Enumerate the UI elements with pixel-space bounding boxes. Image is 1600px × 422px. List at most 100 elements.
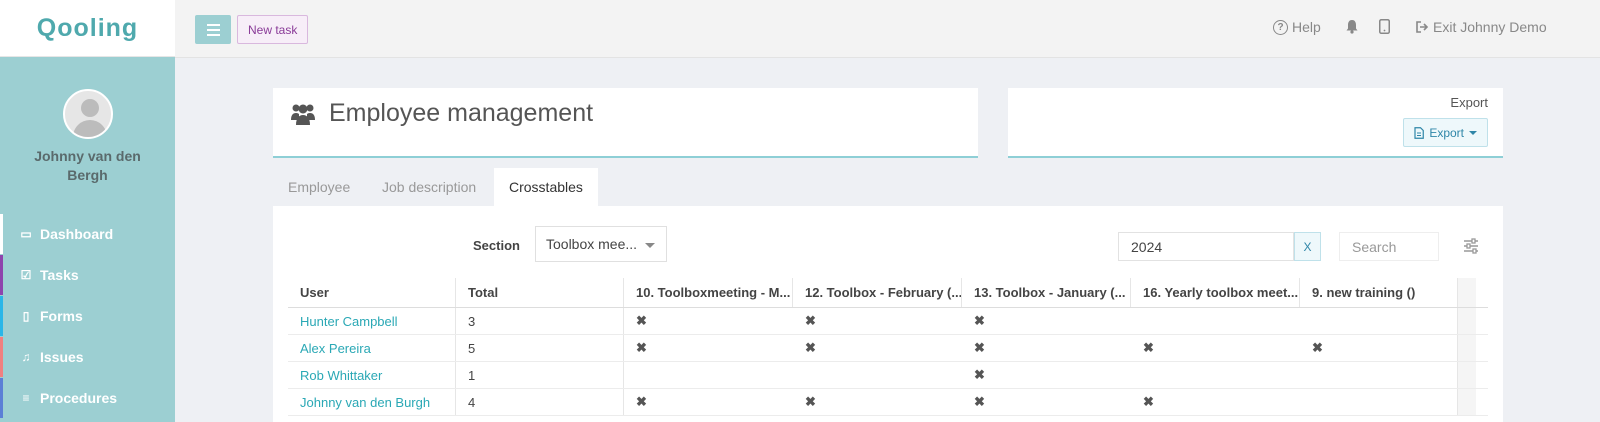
year-filter-input[interactable]: 2024 [1118,232,1294,261]
monitor-icon: ▭ [20,227,32,241]
total-cell: 1 [456,362,624,388]
column-header[interactable]: Total [456,278,624,307]
question-circle-icon: ? [1273,19,1288,35]
user-link[interactable]: Alex Pereira [300,341,371,356]
sidebar-item-label: Issues [40,349,84,365]
completion-cell [1300,308,1458,334]
user-cell: Rob Whittaker [288,362,456,388]
completion-cell: ✖ [962,389,1131,415]
column-header[interactable]: 10. Toolboxmeeting - M... [624,278,793,307]
completed-mark-icon: ✖ [974,367,985,382]
completion-cell: ✖ [1131,335,1300,361]
completion-cell [1131,362,1300,388]
file-icon: ▯ [22,309,30,323]
completion-cell [793,362,962,388]
top-bar: New task ? Help Exit Johnny Demo [175,0,1600,58]
tablet-icon [1379,19,1390,34]
crosstable: User Total 10. Toolboxmeeting - M... 12. To… [288,278,1488,416]
export-dropdown-button[interactable]: Export [1403,118,1488,147]
sidebar-item-forms[interactable]: ▯ Forms [0,296,175,336]
sliders-icon[interactable] [1462,237,1480,255]
completion-cell [1300,389,1458,415]
device-button[interactable] [1379,19,1390,34]
page-title: Employee management [329,99,594,127]
user-link[interactable]: Johnny van den Burgh [300,395,430,410]
section-label: Section [473,238,520,253]
total-cell: 5 [456,335,624,361]
completed-mark-icon: ✖ [1143,340,1154,355]
completion-cell: ✖ [624,308,793,334]
total-cell: 3 [456,308,624,334]
tab-crosstables[interactable]: Crosstables [494,168,598,206]
help-link[interactable]: ? Help [1273,19,1321,35]
sidebar-item-dashboard[interactable]: ▭ Dashboard [0,214,175,254]
logo-container[interactable]: Qooling [0,0,175,57]
exit-label: Exit Johnny Demo [1433,19,1547,35]
users-icon [291,104,315,125]
export-button-label: Export [1429,125,1464,140]
column-header[interactable]: 9. new training () [1300,278,1458,307]
table-scrollbar-track [1458,308,1476,334]
app-logo: Qooling [36,13,139,42]
completed-mark-icon: ✖ [1143,394,1154,409]
user-link[interactable]: Hunter Campbell [300,314,398,329]
caret-down-icon [645,243,655,248]
completion-cell: ✖ [962,362,1131,388]
table-scrollbar-track [1458,335,1476,361]
completion-cell: ✖ [624,389,793,415]
section-select[interactable]: Toolbox mee... [535,226,667,262]
export-card: Export Export [1008,88,1503,158]
completed-mark-icon: ✖ [805,394,816,409]
sidebar: Qooling Johnny van den Bergh ▭ Dashboard ☑… [0,0,175,422]
tab-job-description[interactable]: Job description [367,168,491,206]
export-heading: Export [1450,95,1488,110]
exit-demo-link[interactable]: Exit Johnny Demo [1416,19,1547,35]
sidebar-item-label: Dashboard [40,226,114,242]
completion-cell [1131,308,1300,334]
user-cell: Alex Pereira [288,335,456,361]
table-row: Alex Pereira 5 ✖ ✖ ✖ ✖ ✖ [288,335,1488,362]
completed-mark-icon: ✖ [636,340,647,355]
column-header[interactable]: User [288,278,456,307]
file-text-icon [1414,126,1425,139]
help-label: Help [1292,19,1321,35]
completed-mark-icon: ✖ [636,313,647,328]
sidebar-item-procedures[interactable]: ≡ Procedures [0,378,175,418]
completion-cell: ✖ [793,335,962,361]
completed-mark-icon: ✖ [805,313,816,328]
user-profile: Johnny van den Bergh [0,57,175,213]
clear-year-button[interactable]: X [1294,232,1321,261]
caret-down-icon [1469,130,1477,135]
table-scrollbar-track [1458,362,1476,388]
completed-mark-icon: ✖ [636,394,647,409]
sign-out-icon [1416,21,1429,33]
completed-mark-icon: ✖ [974,394,985,409]
table-scrollbar-track [1458,389,1476,415]
bell-icon [1346,20,1358,34]
table-scrollbar[interactable] [1458,278,1476,307]
tab-employee[interactable]: Employee [273,168,365,206]
sidebar-item-tasks[interactable]: ☑ Tasks [0,255,175,295]
column-header[interactable]: 12. Toolbox - February (... [793,278,962,307]
completion-cell [624,362,793,388]
completion-cell: ✖ [793,308,962,334]
completion-cell: ✖ [793,389,962,415]
user-link[interactable]: Rob Whittaker [300,368,382,383]
completed-mark-icon: ✖ [1312,340,1323,355]
sidebar-item-issues[interactable]: ♫ Issues [0,337,175,377]
table-row: Johnny van den Burgh 4 ✖ ✖ ✖ ✖ [288,389,1488,416]
table-row: Hunter Campbell 3 ✖ ✖ ✖ [288,308,1488,335]
table-header-row: User Total 10. Toolboxmeeting - M... 12. To… [288,278,1488,308]
new-task-button[interactable]: New task [237,15,309,44]
completed-mark-icon: ✖ [974,313,985,328]
notifications-button[interactable] [1345,19,1359,34]
menu-toggle-button[interactable] [195,15,231,44]
column-header[interactable]: 16. Yearly toolbox meet... [1131,278,1300,307]
check-square-icon: ☑ [20,268,32,282]
column-header[interactable]: 13. Toolbox - January (... [962,278,1131,307]
completion-cell: ✖ [1131,389,1300,415]
search-input[interactable]: Search [1339,232,1439,261]
sidebar-item-label: Procedures [40,390,118,406]
user-name: Johnny van den Bergh [34,148,141,183]
avatar[interactable] [62,89,113,139]
